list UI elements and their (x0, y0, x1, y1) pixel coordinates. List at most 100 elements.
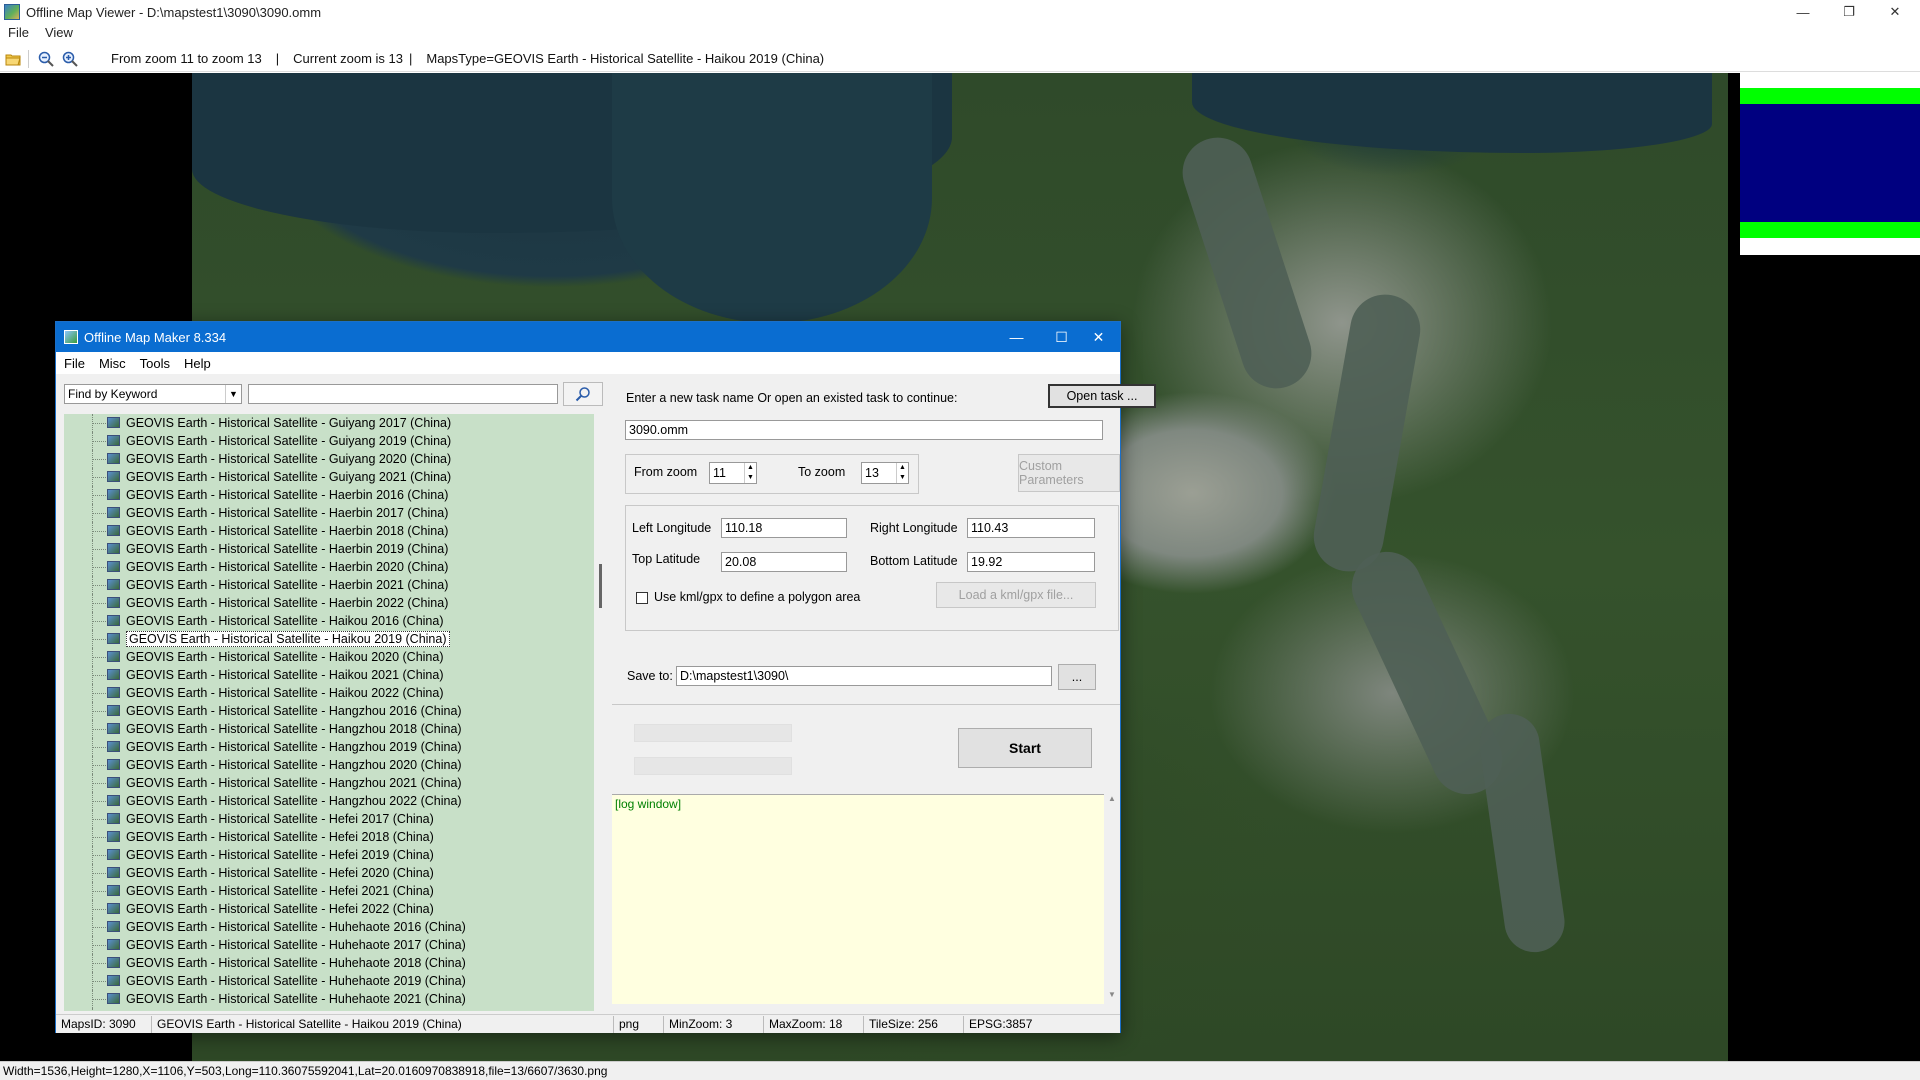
dialog-close-button[interactable]: ✕ (1076, 322, 1121, 352)
save-to-input[interactable]: D:\mapstest1\3090\ (676, 666, 1052, 686)
scroll-up-icon[interactable]: ▲ (1104, 794, 1120, 808)
tree-item[interactable]: GEOVIS Earth - Historical Satellite - Ha… (64, 612, 594, 630)
map-layer-icon (107, 543, 120, 554)
tree-item[interactable]: GEOVIS Earth - Historical Satellite - He… (64, 810, 594, 828)
top-latitude-input[interactable]: 20.08 (721, 552, 847, 572)
tree-item[interactable]: GEOVIS Earth - Historical Satellite - Ha… (64, 504, 594, 522)
tree-item[interactable]: GEOVIS Earth - Historical Satellite - Hu… (64, 918, 594, 936)
area-group: Left Longitude 110.18 Right Longitude 11… (625, 505, 1119, 631)
tree-item[interactable]: GEOVIS Earth - Historical Satellite - Ha… (64, 576, 594, 594)
task-name-input[interactable]: 3090.omm (625, 420, 1103, 440)
tree-item[interactable]: GEOVIS Earth - Historical Satellite - Gu… (64, 414, 594, 432)
viewer-status-bar: Width=1536,Height=1280,X=1106,Y=503,Long… (0, 1061, 1920, 1080)
open-folder-icon[interactable] (2, 48, 24, 70)
map-layer-icon (107, 795, 120, 806)
tree-item[interactable]: GEOVIS Earth - Historical Satellite - Ha… (64, 792, 594, 810)
from-zoom-spinner[interactable]: 11 ▲ ▼ (709, 462, 757, 484)
tree-item-label: GEOVIS Earth - Historical Satellite - Ha… (126, 686, 444, 700)
left-longitude-input[interactable]: 110.18 (721, 518, 847, 538)
map-layer-icon (107, 939, 120, 950)
tree-item[interactable]: GEOVIS Earth - Historical Satellite - Ha… (64, 540, 594, 558)
toolbar-divider: | (275, 51, 280, 66)
search-icon (575, 387, 590, 402)
dialog-title: Offline Map Maker 8.334 (84, 329, 227, 345)
map-layer-icon (107, 723, 120, 734)
map-maker-icon (64, 330, 78, 344)
tree-item[interactable]: GEOVIS Earth - Historical Satellite - Hu… (64, 936, 594, 954)
search-button[interactable] (563, 382, 603, 406)
tree-item-label: GEOVIS Earth - Historical Satellite - Ha… (126, 578, 449, 592)
tree-item-label: GEOVIS Earth - Historical Satellite - He… (126, 866, 434, 880)
bottom-latitude-input[interactable]: 19.92 (967, 552, 1095, 572)
log-scrollbar[interactable]: ▲ ▼ (1104, 794, 1120, 1004)
tree-item[interactable]: GEOVIS Earth - Historical Satellite - Ha… (64, 684, 594, 702)
tree-item[interactable]: GEOVIS Earth - Historical Satellite - Ha… (64, 648, 594, 666)
bottom-latitude-label: Bottom Latitude (870, 554, 958, 568)
dialog-menu-misc[interactable]: Misc (99, 356, 126, 371)
zoom-in-icon[interactable] (59, 48, 81, 70)
tree-scrollbar[interactable] (594, 414, 608, 1011)
load-kml-button[interactable]: Load a kml/gpx file... (936, 582, 1096, 608)
tree-item[interactable]: GEOVIS Earth - Historical Satellite - He… (64, 828, 594, 846)
tree-item[interactable]: GEOVIS Earth - Historical Satellite - Gu… (64, 468, 594, 486)
map-layer-icon (107, 705, 120, 716)
custom-parameters-button[interactable]: Custom Parameters (1018, 454, 1120, 492)
dialog-menu-help[interactable]: Help (184, 356, 211, 371)
viewer-toolbar: From zoom 11 to zoom 13 | Current zoom i… (0, 46, 1920, 72)
log-window[interactable]: [log window] (612, 794, 1104, 1004)
menu-view[interactable]: View (45, 25, 73, 40)
kml-polygon-checkbox[interactable] (636, 592, 648, 604)
current-zoom-text: Current zoom is 13 (293, 51, 403, 66)
minimize-button[interactable]: — (1780, 0, 1826, 24)
tree-item[interactable]: GEOVIS Earth - Historical Satellite - Ha… (64, 630, 594, 648)
chevron-down-icon[interactable]: ▼ (225, 385, 241, 403)
tree-item[interactable]: GEOVIS Earth - Historical Satellite - Ha… (64, 702, 594, 720)
map-tree[interactable]: GEOVIS Earth - Historical Satellite - Gu… (64, 414, 594, 1011)
tree-item[interactable]: GEOVIS Earth - Historical Satellite - Hu… (64, 1008, 594, 1011)
scroll-down-icon[interactable]: ▼ (1104, 990, 1120, 1004)
tree-item[interactable]: GEOVIS Earth - Historical Satellite - Gu… (64, 432, 594, 450)
tree-item[interactable]: GEOVIS Earth - Historical Satellite - Ha… (64, 756, 594, 774)
tree-item[interactable]: GEOVIS Earth - Historical Satellite - Ha… (64, 522, 594, 540)
dialog-menu-tools[interactable]: Tools (140, 356, 170, 371)
find-mode-select[interactable]: Find by Keyword ▼ (64, 384, 242, 404)
tree-item[interactable]: GEOVIS Earth - Historical Satellite - He… (64, 846, 594, 864)
to-zoom-spinner[interactable]: 13 ▲ ▼ (861, 462, 909, 484)
tree-item[interactable]: GEOVIS Earth - Historical Satellite - Ha… (64, 558, 594, 576)
tree-item[interactable]: GEOVIS Earth - Historical Satellite - Ha… (64, 666, 594, 684)
tree-item[interactable]: GEOVIS Earth - Historical Satellite - Hu… (64, 972, 594, 990)
tree-item[interactable]: GEOVIS Earth - Historical Satellite - He… (64, 900, 594, 918)
tree-item-label: GEOVIS Earth - Historical Satellite - Gu… (126, 416, 452, 430)
tree-item[interactable]: GEOVIS Earth - Historical Satellite - He… (64, 864, 594, 882)
tree-item-label: GEOVIS Earth - Historical Satellite - Ha… (126, 722, 462, 736)
right-longitude-input[interactable]: 110.43 (967, 518, 1095, 538)
tree-item-label: GEOVIS Earth - Historical Satellite - Hu… (126, 938, 466, 952)
dialog-menu-file[interactable]: File (64, 356, 85, 371)
tree-item[interactable]: GEOVIS Earth - Historical Satellite - Hu… (64, 954, 594, 972)
open-task-button[interactable]: Open task ... (1048, 384, 1156, 408)
tree-item[interactable]: GEOVIS Earth - Historical Satellite - He… (64, 882, 594, 900)
dialog-menubar: File Misc Tools Help (56, 352, 1120, 374)
map-layer-icon (107, 507, 120, 518)
tree-item[interactable]: GEOVIS Earth - Historical Satellite - Ha… (64, 774, 594, 792)
map-layer-icon (107, 741, 120, 752)
menu-file[interactable]: File (8, 25, 29, 40)
tree-item[interactable]: GEOVIS Earth - Historical Satellite - Ha… (64, 594, 594, 612)
tree-item[interactable]: GEOVIS Earth - Historical Satellite - Ha… (64, 720, 594, 738)
browse-button[interactable]: ... (1058, 664, 1096, 690)
zoom-out-icon[interactable] (35, 48, 57, 70)
tree-item-label: GEOVIS Earth - Historical Satellite - Gu… (126, 470, 452, 484)
tree-item[interactable]: GEOVIS Earth - Historical Satellite - Ha… (64, 486, 594, 504)
start-button[interactable]: Start (958, 728, 1092, 768)
tree-item[interactable]: GEOVIS Earth - Historical Satellite - Ha… (64, 738, 594, 756)
tree-item[interactable]: GEOVIS Earth - Historical Satellite - Gu… (64, 450, 594, 468)
restore-button[interactable]: ❐ (1826, 0, 1872, 24)
right-longitude-label: Right Longitude (870, 521, 958, 535)
map-maker-dialog: Offline Map Maker 8.334 — ☐ ✕ File Misc … (55, 321, 1156, 1033)
search-input[interactable] (248, 384, 558, 404)
close-button[interactable]: ✕ (1872, 0, 1918, 24)
dialog-minimize-button[interactable]: — (994, 322, 1039, 352)
tree-item[interactable]: GEOVIS Earth - Historical Satellite - Hu… (64, 990, 594, 1008)
spinner-arrows-icon[interactable]: ▲ ▼ (896, 463, 908, 483)
spinner-arrows-icon[interactable]: ▲ ▼ (744, 463, 756, 483)
